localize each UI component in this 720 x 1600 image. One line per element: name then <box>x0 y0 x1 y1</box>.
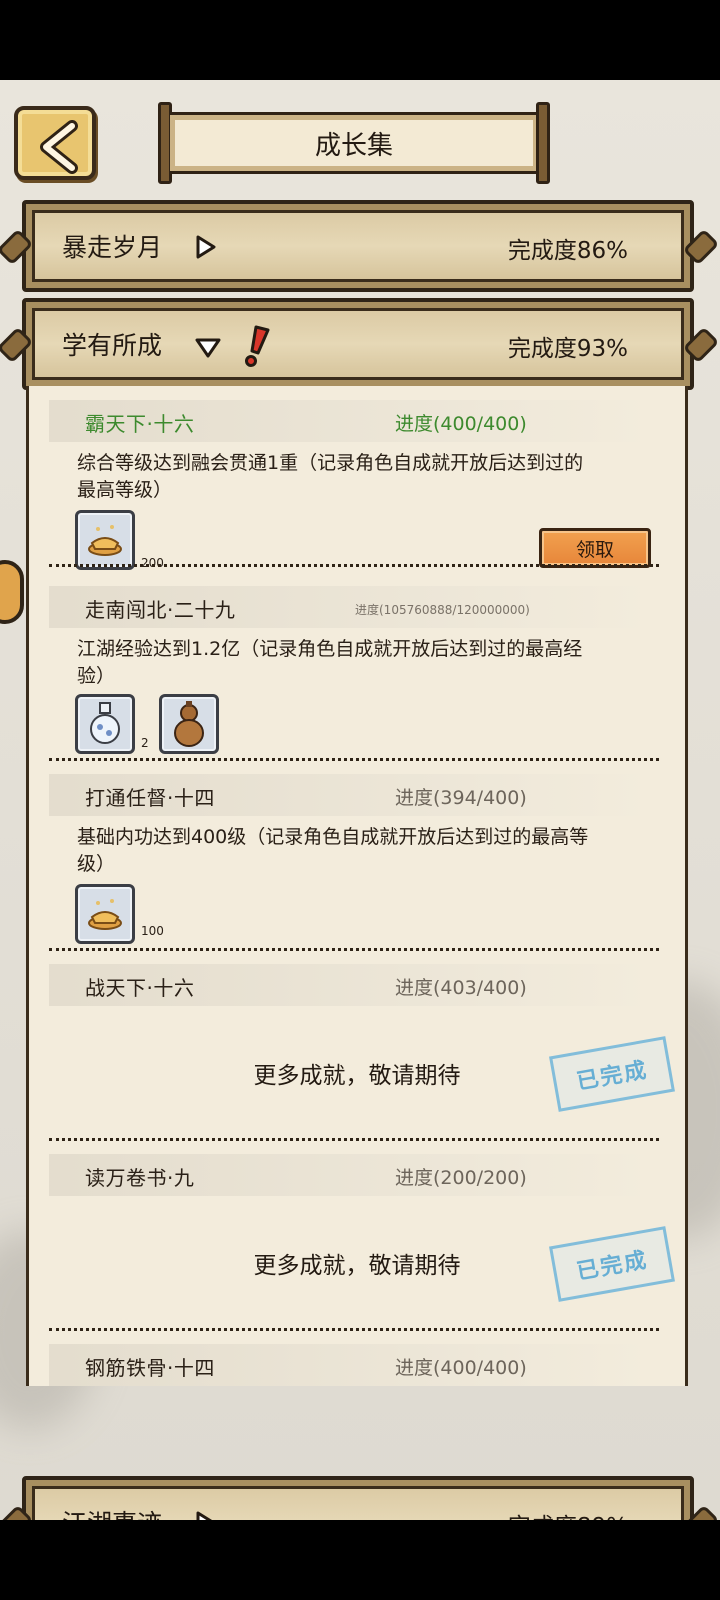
divider <box>49 1328 659 1331</box>
category-header-xueyou[interactable]: 学有所成 完成度93% <box>0 298 720 390</box>
reward-count: 100 <box>141 924 164 938</box>
achievement-item: 霸天下·十六 进度(400/400) 综合等级达到融会贯通1重（记录角色自成就开… <box>29 400 685 580</box>
divider <box>49 564 659 567</box>
scroll-knob-icon <box>682 228 720 266</box>
achievement-progress: 进度(403/400) <box>395 977 527 999</box>
gourd-icon <box>174 701 204 747</box>
achievement-title: 读万卷书·九 <box>85 1166 195 1190</box>
collapse-arrow-icon <box>195 338 221 358</box>
achievement-title: 打通任督·十四 <box>85 786 215 810</box>
category-progress: 完成度86% <box>507 238 628 264</box>
completed-stamp: 已完成 <box>549 1226 675 1302</box>
reward-slot[interactable] <box>75 694 135 754</box>
screen: 成长集 暴走岁月 完成度86% 学有所成 完成度93% 霸天下·十六 进度(40… <box>0 0 720 1600</box>
expand-arrow-icon <box>196 1511 213 1520</box>
page-title: 成长集 <box>170 112 538 174</box>
achievement-title: 钢筋铁骨·十四 <box>85 1356 215 1380</box>
reward-slot[interactable] <box>75 884 135 944</box>
reward-count: 200 <box>141 556 164 570</box>
expand-arrow-icon <box>196 235 216 259</box>
achievement-item: 钢筋铁骨·十四 进度(400/400) <box>29 1344 685 1386</box>
achievement-title: 走南闯北·二十九 <box>85 598 236 622</box>
category-name: 暴走岁月 <box>62 233 163 262</box>
scroll-knob-icon <box>0 326 34 364</box>
category-name: 学有所成 <box>62 331 163 360</box>
divider <box>49 1138 659 1141</box>
achievement-item: 战天下·十六 进度(403/400) 更多成就，敬请期待 已完成 <box>29 964 685 1134</box>
scroll-knob-icon <box>0 1504 34 1520</box>
achievement-description: 基础内功达到400级（记录角色自成就开放后达到过的最高等级） <box>77 826 589 875</box>
achievement-title: 霸天下·十六 <box>85 412 195 436</box>
achievement-progress: 进度(105760888/120000000) <box>355 603 530 617</box>
achievement-panel: 暴走岁月 完成度86% 学有所成 完成度93% 霸天下·十六 进度(400/40… <box>0 198 720 1520</box>
category-name: 江湖事迹 <box>62 1504 162 1520</box>
potion-bottle-icon <box>90 702 120 744</box>
achievement-progress: 进度(400/400) <box>395 413 527 435</box>
scroll-knob-icon <box>682 326 720 364</box>
achievement-screen: 成长集 暴走岁月 完成度86% 学有所成 完成度93% 霸天下·十六 进度(40… <box>0 80 720 1520</box>
back-button[interactable] <box>14 106 96 180</box>
achievement-item: 打通任督·十四 进度(394/400) 基础内功达到400级（记录角色自成就开放… <box>29 774 685 944</box>
alert-exclamation-icon <box>245 325 270 367</box>
reward-count: 2 <box>141 736 149 750</box>
chevron-left-icon <box>40 120 78 174</box>
scroll-rod-right <box>536 102 550 184</box>
scroll-knob-icon <box>0 228 34 266</box>
achievement-progress: 进度(200/200) <box>395 1167 527 1189</box>
category-header-jianghu[interactable]: 江湖事迹 完成度89% <box>0 1476 720 1520</box>
reward-slot[interactable] <box>75 510 135 570</box>
divider <box>49 758 659 761</box>
achievement-description: 综合等级达到融会贯通1重（记录角色自成就开放后达到过的最高等级） <box>77 452 584 501</box>
completed-stamp: 已完成 <box>549 1036 675 1112</box>
claim-button[interactable]: 领取 <box>539 528 651 568</box>
side-pull-tab[interactable] <box>0 560 24 624</box>
title-scroll: 成长集 <box>158 102 550 184</box>
category-header-baozou[interactable]: 暴走岁月 完成度86% <box>0 200 720 292</box>
achievement-item: 读万卷书·九 进度(200/200) 更多成就，敬请期待 已完成 <box>29 1154 685 1324</box>
category-progress: 完成度89% <box>508 1507 628 1520</box>
achievement-list[interactable]: 霸天下·十六 进度(400/400) 综合等级达到融会贯通1重（记录角色自成就开… <box>26 386 688 1386</box>
achievement-progress: 进度(400/400) <box>395 1357 527 1379</box>
achievement-title: 战天下·十六 <box>85 976 195 1000</box>
gold-ingots-icon <box>88 525 122 556</box>
category-progress: 完成度93% <box>507 336 628 362</box>
scroll-knob-icon <box>682 1504 720 1520</box>
divider <box>49 948 659 951</box>
gold-ingots-icon <box>88 899 122 930</box>
achievement-item: 走南闯北·二十九 进度(105760888/120000000) 江湖经验达到1… <box>29 586 685 756</box>
achievement-progress: 进度(394/400) <box>395 787 527 809</box>
achievement-description: 江湖经验达到1.2亿（记录角色自成就开放后达到过的最高经验） <box>77 638 583 687</box>
reward-slot[interactable] <box>159 694 219 754</box>
